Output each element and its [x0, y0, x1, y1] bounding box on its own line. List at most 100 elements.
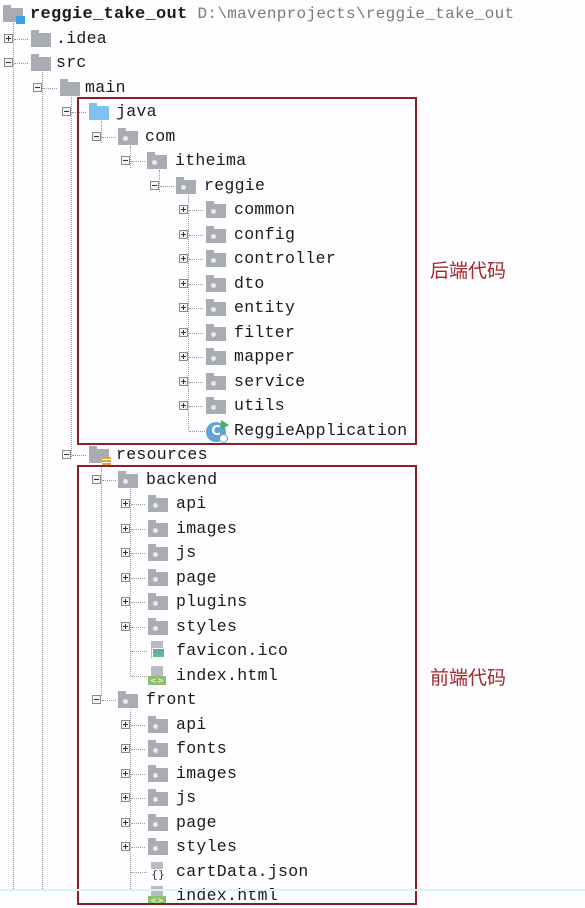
tree-connector [189, 235, 203, 236]
package-icon [206, 324, 226, 341]
expand-icon[interactable] [179, 230, 188, 239]
node-label: java [116, 102, 157, 121]
project-path: D:\mavenprojects\reggie_take_out [197, 5, 515, 23]
expand-icon[interactable] [121, 818, 130, 827]
node-label: index.html [176, 666, 279, 685]
package-icon [206, 226, 226, 243]
expand-icon[interactable] [121, 524, 130, 533]
frontend-code-label: 前端代码 [430, 667, 507, 689]
collapse-icon[interactable] [4, 58, 13, 67]
collapse-icon[interactable] [92, 695, 101, 704]
expand-icon[interactable] [4, 34, 13, 43]
node-label: api [176, 715, 207, 734]
node-label: service [234, 372, 306, 391]
backend-code-label: 后端代码 [430, 260, 507, 282]
tree-connector [189, 210, 203, 211]
collapse-icon[interactable] [62, 450, 71, 459]
tree-connector [131, 676, 147, 677]
tree-connector [131, 504, 145, 505]
expand-icon[interactable] [121, 548, 130, 557]
tree-connector [189, 382, 203, 383]
tree-guide-line [130, 710, 131, 891]
tree-connector [131, 774, 145, 775]
expand-icon[interactable] [179, 377, 188, 386]
expand-icon[interactable] [121, 597, 130, 606]
tree-connector [131, 847, 145, 848]
tree-connector [14, 63, 28, 64]
node-label: dto [234, 274, 265, 293]
node-label: entity [234, 298, 296, 317]
collapse-icon[interactable] [33, 83, 42, 92]
folder-icon [148, 765, 168, 782]
folder-icon [148, 716, 168, 733]
node-label: .idea [56, 29, 108, 48]
expand-icon[interactable] [179, 279, 188, 288]
module-folder-icon [3, 5, 25, 24]
folder-icon [148, 618, 168, 635]
expand-icon[interactable] [121, 842, 130, 851]
expand-icon[interactable] [179, 328, 188, 337]
tree-connector [131, 578, 145, 579]
node-label: cartData.json [176, 862, 309, 881]
package-icon [147, 152, 167, 169]
node-label: images [176, 764, 238, 783]
node-label: mapper [234, 347, 296, 366]
expand-icon[interactable] [121, 720, 130, 729]
folder-icon [148, 495, 168, 512]
expand-icon[interactable] [121, 744, 130, 753]
collapse-icon[interactable] [121, 156, 130, 165]
tree-guide-line [42, 72, 43, 891]
node-label: page [176, 813, 217, 832]
folder-icon [148, 814, 168, 831]
folder-icon [118, 691, 138, 708]
tree-connector [131, 529, 145, 530]
collapse-icon[interactable] [62, 107, 71, 116]
expand-icon[interactable] [121, 793, 130, 802]
expand-icon[interactable] [179, 401, 188, 410]
tree-guide-line [188, 195, 189, 430]
tree-connector [131, 725, 145, 726]
collapse-icon[interactable] [92, 132, 101, 141]
tree-guide-line [13, 23, 14, 891]
source-folder-icon [89, 103, 109, 120]
tree-connector [131, 798, 145, 799]
expand-icon[interactable] [121, 499, 130, 508]
folder-icon [148, 520, 168, 537]
package-icon [206, 397, 226, 414]
node-label: js [176, 788, 197, 807]
node-label: page [176, 568, 217, 587]
tree-connector [160, 186, 174, 187]
node-label: ReggieApplication [234, 421, 408, 440]
node-label: backend [146, 470, 218, 489]
collapse-icon[interactable] [150, 181, 159, 190]
package-icon [118, 128, 138, 145]
resources-folder-icon [89, 446, 111, 465]
node-label: styles [176, 837, 238, 856]
expand-icon[interactable] [179, 254, 188, 263]
expand-icon[interactable] [121, 573, 130, 582]
expand-icon[interactable] [179, 303, 188, 312]
tree-connector [189, 406, 203, 407]
tree-connector [14, 39, 28, 40]
node-label: controller [234, 249, 337, 268]
tree-connector [131, 553, 145, 554]
expand-icon[interactable] [179, 352, 188, 361]
tree-connector [102, 137, 116, 138]
expand-icon[interactable] [121, 769, 130, 778]
node-label: styles [176, 617, 238, 636]
node-label: common [234, 200, 296, 219]
expand-icon[interactable] [121, 622, 130, 631]
node-label: main [85, 78, 126, 97]
node-label: favicon.ico [176, 641, 289, 660]
expand-icon[interactable] [179, 205, 188, 214]
folder-icon [118, 471, 138, 488]
node-label: plugins [176, 592, 248, 611]
tree-connector [72, 455, 86, 456]
folder-icon [148, 569, 168, 586]
node-label: itheima [175, 151, 247, 170]
collapse-icon[interactable] [92, 475, 101, 484]
node-label: com [145, 127, 176, 146]
spring-boot-class-icon: C [206, 420, 229, 443]
tree-guide-line [130, 489, 131, 676]
package-icon [176, 177, 196, 194]
